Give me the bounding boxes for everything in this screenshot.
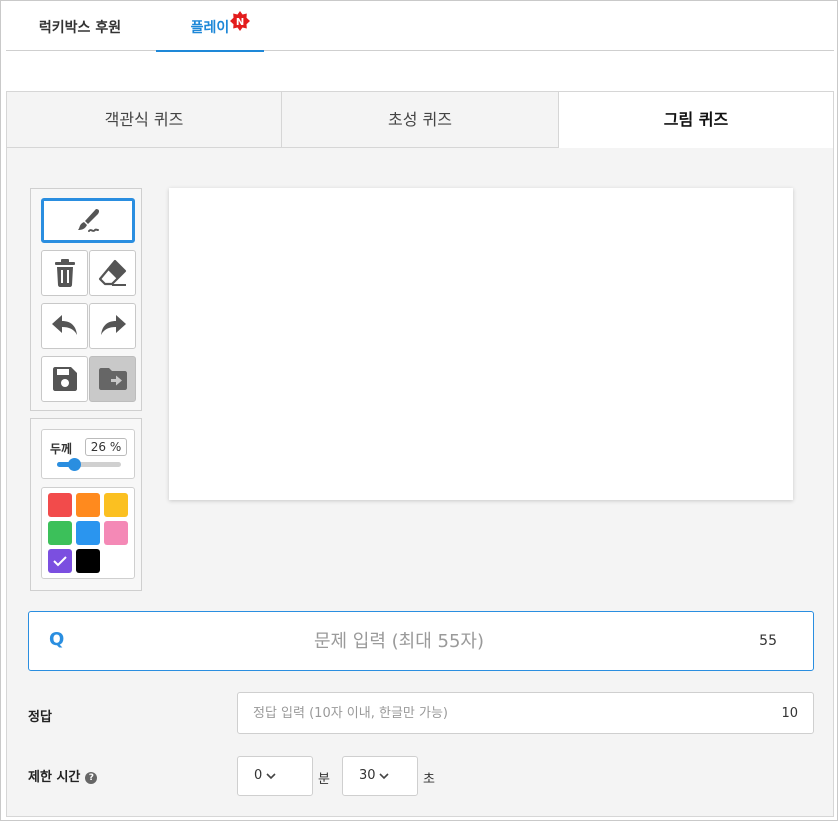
question-input[interactable] <box>89 612 709 670</box>
color-swatch[interactable] <box>76 521 100 545</box>
tab-initial-consonant-quiz[interactable]: 초성 퀴즈 <box>282 92 559 148</box>
save-icon <box>52 367 77 391</box>
clear-canvas-button[interactable] <box>41 250 88 296</box>
tab-multiple-choice-quiz[interactable]: 객관식 퀴즈 <box>7 92 282 148</box>
redo-icon <box>100 315 126 335</box>
answer-char-count: 10 <box>781 706 798 721</box>
drawing-canvas[interactable] <box>169 188 793 500</box>
color-swatch[interactable] <box>104 521 128 545</box>
help-icon[interactable]: ? <box>85 772 98 784</box>
answer-label: 정답 <box>28 706 52 725</box>
check-icon <box>53 556 67 567</box>
seconds-unit: 초 <box>423 772 435 787</box>
question-field: Q 55 <box>28 611 814 671</box>
new-badge-icon: N <box>230 11 250 31</box>
question-q-icon: Q <box>49 629 65 650</box>
badge-text: N <box>236 17 244 28</box>
thickness-value[interactable]: 26 % <box>85 438 127 456</box>
top-tab-bar: 럭키박스 후원 플레이 N <box>6 3 834 52</box>
color-palette <box>41 487 135 579</box>
undo-button[interactable] <box>41 303 88 349</box>
tab-play[interactable]: 플레이 N <box>156 3 264 52</box>
color-swatch[interactable] <box>76 549 100 573</box>
minutes-unit: 분 <box>318 772 330 787</box>
undo-icon <box>51 315 77 335</box>
tab-luckybox-support[interactable]: 럭키박스 후원 <box>6 3 154 51</box>
answer-label-text: 정답 <box>28 710 52 725</box>
tab-label: 그림 퀴즈 <box>663 110 729 129</box>
load-drawing-button[interactable] <box>89 356 136 402</box>
brush-settings: 두께 26 % <box>30 418 142 591</box>
tab-label: 초성 퀴즈 <box>388 110 452 129</box>
save-drawing-button[interactable] <box>41 356 88 402</box>
tab-label: 객관식 퀴즈 <box>104 110 184 129</box>
tab-label: 플레이 <box>190 20 230 36</box>
eraser-icon <box>98 259 126 286</box>
color-swatch[interactable] <box>48 549 72 573</box>
redo-button[interactable] <box>89 303 136 349</box>
thickness-control: 두께 26 % <box>41 429 135 479</box>
time-limit-label-text: 제한 시간 <box>28 770 81 785</box>
app-frame: 럭키박스 후원 플레이 N 객관식 퀴즈 초성 퀴즈 그림 퀴즈 두께 26 %… <box>0 0 838 821</box>
thickness-slider[interactable] <box>57 458 121 471</box>
quiz-panel: 객관식 퀴즈 초성 퀴즈 그림 퀴즈 두께 26 % Q 문제 입력 (최대 5… <box>6 91 834 817</box>
drawing-toolbox <box>30 188 142 411</box>
seconds-select[interactable]: 30 <box>342 756 418 796</box>
time-limit-label: 제한 시간? <box>28 766 98 785</box>
trash-icon <box>54 259 75 287</box>
color-swatch[interactable] <box>104 493 128 517</box>
eraser-button[interactable] <box>89 250 136 296</box>
thickness-slider-thumb[interactable] <box>67 458 81 471</box>
brush-icon <box>78 208 100 232</box>
chevron-down-icon <box>379 773 389 780</box>
folder-load-icon <box>98 368 127 390</box>
quiz-type-tabs: 객관식 퀴즈 초성 퀴즈 그림 퀴즈 <box>7 92 833 148</box>
answer-input[interactable] <box>253 693 733 733</box>
pen-tool-button[interactable] <box>41 198 135 243</box>
thickness-label: 두께 <box>50 442 73 456</box>
minutes-value: 0 <box>254 768 263 783</box>
tab-label: 럭키박스 후원 <box>38 20 122 36</box>
color-swatch[interactable] <box>48 521 72 545</box>
color-swatch[interactable] <box>76 493 100 517</box>
chevron-down-icon <box>266 773 276 780</box>
minutes-select[interactable]: 0 <box>237 756 313 796</box>
seconds-value: 30 <box>359 768 376 783</box>
tab-drawing-quiz[interactable]: 그림 퀴즈 <box>559 92 833 148</box>
answer-field: 10 <box>237 692 814 734</box>
question-char-count: 55 <box>759 633 777 649</box>
color-swatch[interactable] <box>48 493 72 517</box>
